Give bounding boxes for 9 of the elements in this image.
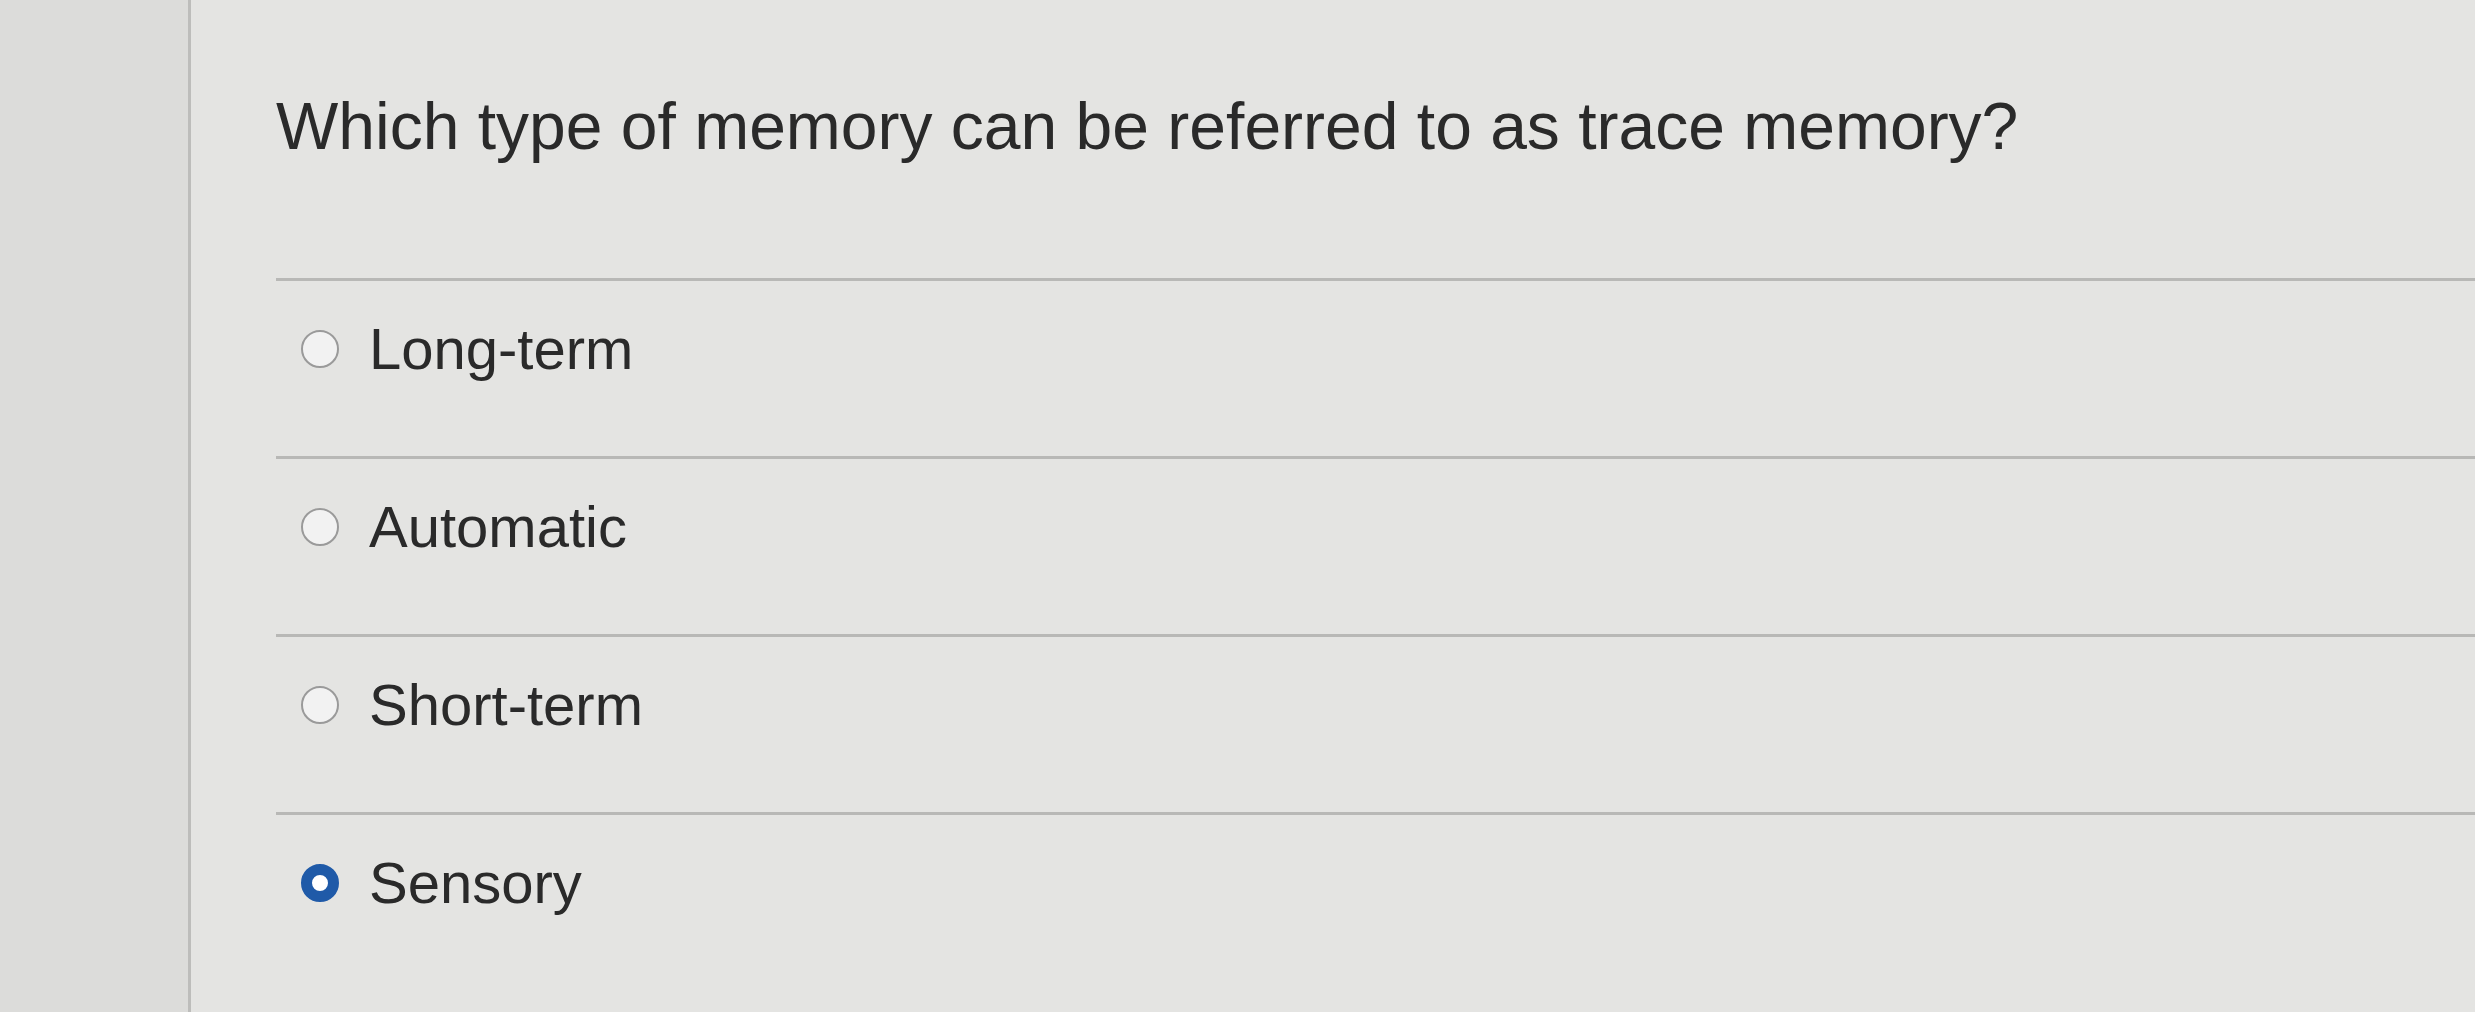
option-label[interactable]: Automatic — [369, 493, 627, 560]
option-label[interactable]: Long-term — [369, 315, 634, 382]
radio-button[interactable] — [301, 863, 339, 902]
question-text: Which type of memory can be referred to as trace memory? — [276, 88, 2020, 165]
radio-button[interactable] — [301, 507, 339, 546]
option-label[interactable]: Short-term — [369, 671, 643, 738]
option-label[interactable]: Sensory — [369, 849, 582, 916]
radio-button[interactable] — [301, 329, 339, 368]
radio-button[interactable] — [301, 685, 339, 724]
